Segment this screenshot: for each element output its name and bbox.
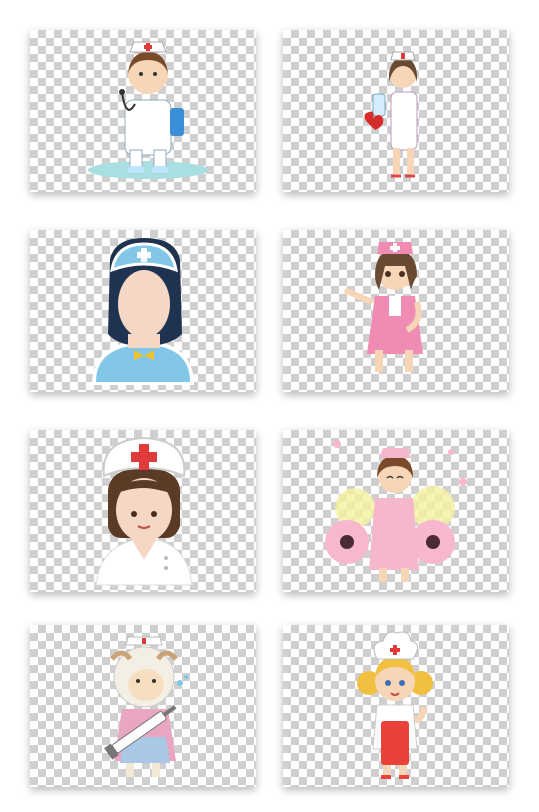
- tile-nurse-pink-flowers[interactable]: [283, 430, 509, 592]
- tile-nurse-faceless-avatar[interactable]: [30, 230, 256, 392]
- nurse-stethoscope-illustration: [88, 41, 208, 179]
- nurse-pink-flowers-illustration: [325, 440, 467, 582]
- tile-sheep-nurse-syringe[interactable]: [30, 625, 256, 787]
- sheep-nurse-syringe-illustration: [104, 636, 188, 777]
- nurse-faceless-avatar-illustration: [92, 238, 194, 385]
- nurse-chef-hat-illustration: [357, 631, 433, 779]
- tile-nurse-stethoscope[interactable]: [30, 30, 256, 192]
- nurse-bottle-illustration: [364, 51, 418, 178]
- tile-nurse-pink-uniform[interactable]: [283, 230, 509, 392]
- nurse-pink-uniform-illustration: [343, 242, 423, 372]
- nurse-avatar-red-cross-illustration: [95, 436, 193, 586]
- tile-nurse-bottle[interactable]: [283, 30, 509, 192]
- tile-nurse-avatar-red-cross[interactable]: [30, 430, 256, 592]
- tile-nurse-chef-hat[interactable]: [283, 625, 509, 787]
